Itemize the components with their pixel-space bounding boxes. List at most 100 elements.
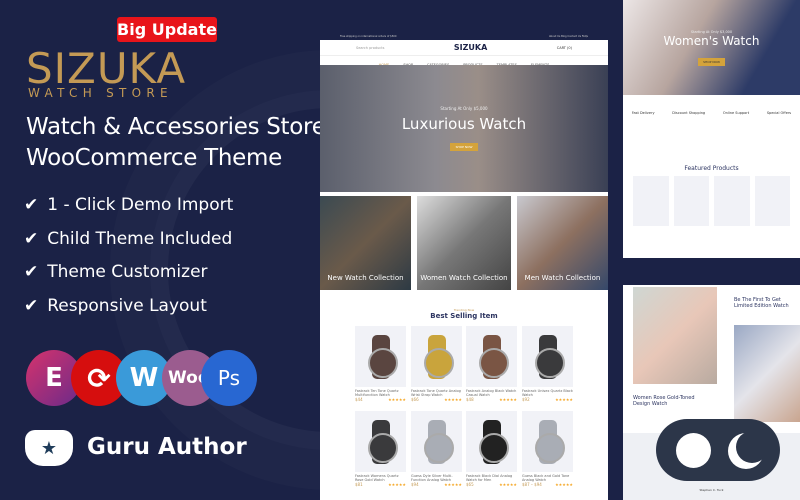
preview-nav: HOMESHOPCATEGORIESPRODUCTSTEMPLATESELEME…: [320, 55, 608, 67]
headline-line-2: WooCommerce Theme: [26, 145, 282, 171]
product-price: $92: [522, 397, 530, 402]
feature-item: ✔ Theme Customizer: [24, 262, 208, 282]
product-title: Guess Dyle Silver Multi-Function Analog …: [411, 474, 453, 482]
feature-label: Child Theme Included: [47, 229, 233, 249]
featured-products: [623, 172, 800, 230]
toplinks: About Us Blog Contact Us FAQs: [548, 35, 588, 38]
feature-label: Responsive Layout: [47, 296, 207, 316]
product-price: $87 – $94: [522, 482, 542, 487]
featured-product[interactable]: [714, 176, 750, 226]
watch-image: [423, 419, 454, 464]
collection-card[interactable]: Women Watch Collection: [417, 196, 511, 290]
guru-author-cat-icon: ★: [25, 430, 73, 466]
watch-image: [367, 419, 398, 464]
feature-item: ✔ Responsive Layout: [24, 296, 207, 316]
big-update-badge: Big Update: [117, 17, 217, 42]
featured-product[interactable]: [754, 176, 790, 226]
product-image: [411, 411, 462, 472]
topbar-text: Free shipping on international orders of…: [340, 35, 397, 38]
featured-product[interactable]: [673, 176, 709, 226]
rating-stars: ★★★★★: [444, 482, 462, 487]
promo-image-1: [633, 287, 717, 384]
collection-card[interactable]: New Watch Collection: [320, 196, 411, 290]
rating-stars: ★★★★★: [499, 482, 517, 487]
collections: New Watch Collection Women Watch Collect…: [320, 196, 608, 294]
product-image: [466, 411, 517, 472]
product-title: Fastrack Unisex Quartz Black Watch: [522, 389, 573, 397]
watch-image: [478, 334, 509, 379]
check-icon: ✔: [24, 195, 39, 215]
product-title: Fastrack Analog Black Watch Casual Watch: [466, 389, 517, 397]
cart-link[interactable]: CART (0): [557, 46, 572, 50]
product-card[interactable]: Fastrack Black Dial Analog Watch for Men…: [466, 411, 517, 487]
product-image: [411, 326, 462, 387]
preview-header: Search products SIZUKA CART (0): [320, 40, 608, 55]
feature-label: 1 - Click Demo Import: [47, 195, 234, 215]
dark-mode-toggle[interactable]: [656, 419, 780, 481]
product-price: $66: [411, 397, 419, 402]
feature-item: ✔ 1 - Click Demo Import: [24, 195, 233, 215]
check-icon: ✔: [24, 296, 39, 316]
product-card[interactable]: Fastrack Analog Black Watch Casual Watch…: [466, 326, 517, 402]
product-price: $94: [411, 482, 419, 487]
service-item: Online Support: [722, 111, 750, 115]
moon-icon: [736, 431, 768, 463]
product-price: $44: [355, 397, 363, 402]
product-title: Fastrack Womens Quartz Rose Gold Watch: [355, 474, 399, 482]
photoshop-icon: Ps: [201, 350, 257, 406]
women-shop-now-button[interactable]: SHOP NOW: [698, 58, 725, 66]
watch-image: [478, 419, 509, 464]
product-card[interactable]: Guess Dyle Silver Multi-Function Analog …: [411, 411, 462, 487]
product-card[interactable]: Fastrack Womens Quartz Rose Gold Watch $8…: [355, 411, 406, 487]
toggle-knob: [676, 432, 711, 468]
hero-banner: Starting At Only $5,000 Luxurious Watch …: [320, 65, 608, 192]
product-card[interactable]: Fastrack Ten Tone Quartz Multifunction W…: [355, 326, 406, 402]
hero-kicker: Starting At Only $5,000: [440, 106, 488, 111]
rating-stars: ★★★★★: [499, 397, 517, 402]
product-price: $65: [466, 482, 474, 487]
watch-image: [534, 334, 565, 379]
product-card[interactable]: Fastrack Tone Quartz Analog Wrist Strap …: [411, 326, 462, 402]
brand-tagline: WATCH STORE: [28, 86, 173, 100]
product-price: $48: [466, 397, 474, 402]
collection-card[interactable]: Men Watch Collection: [517, 196, 608, 290]
product-image: [355, 411, 406, 472]
headline-line-1: Watch & Accessories Store: [26, 114, 326, 140]
feature-item: ✔ Child Theme Included: [24, 229, 232, 249]
product-title: Fastrack Black Dial Analog Watch for Men: [466, 474, 513, 482]
check-icon: ✔: [24, 262, 39, 282]
promo-image-2: [734, 325, 800, 422]
rating-stars: ★★★★★: [555, 397, 573, 402]
product-title: Guess Black and Gold Tone Analog Watch: [522, 474, 570, 482]
featured-product[interactable]: [633, 176, 669, 226]
product-price: $81: [355, 482, 363, 487]
watch-image: [423, 334, 454, 379]
homepage-preview: Free shipping on international orders of…: [320, 35, 608, 500]
watch-image: [534, 419, 565, 464]
promo-title-1: Women Rose Gold-Toned Design Watch: [633, 395, 695, 407]
author-name: Guru Author: [87, 434, 247, 460]
featured-title: Featured Products: [684, 165, 739, 172]
product-title: Fastrack Ten Tone Quartz Multifunction W…: [355, 389, 399, 397]
rating-stars: ★★★★★: [555, 482, 573, 487]
watch-image: [367, 334, 398, 379]
hero-title: Luxurious Watch: [401, 115, 527, 133]
women-hero-banner: Starting At Only $3,000 Women's Watch SH…: [623, 0, 800, 95]
product-image: [466, 326, 517, 387]
promo-title-2: Be The First To Get Limited Edition Watc…: [734, 297, 789, 309]
product-image: [355, 326, 406, 387]
product-card[interactable]: Guess Black and Gold Tone Analog Watch $8…: [522, 411, 573, 487]
product-card[interactable]: Fastrack Unisex Quartz Black Watch $92 ★★★…: [522, 326, 573, 402]
service-item: Special Offers: [766, 111, 792, 115]
service-item: Discount Shopping: [672, 111, 706, 115]
product-image: [522, 411, 573, 472]
preview-logo[interactable]: SIZUKA: [454, 43, 487, 52]
product-image: [522, 326, 573, 387]
check-icon: ✔: [24, 229, 39, 249]
women-homepage-preview: Starting At Only $3,000 Women's Watch SH…: [623, 0, 800, 258]
service-item: Fast Delivery: [631, 111, 655, 115]
product-title: Fastrack Tone Quartz Analog Wrist Strap …: [411, 389, 461, 397]
search-input[interactable]: Search products: [356, 46, 384, 50]
hero-shop-now-button[interactable]: SHOP NOW: [449, 143, 479, 151]
rating-stars: ★★★★★: [388, 482, 406, 487]
